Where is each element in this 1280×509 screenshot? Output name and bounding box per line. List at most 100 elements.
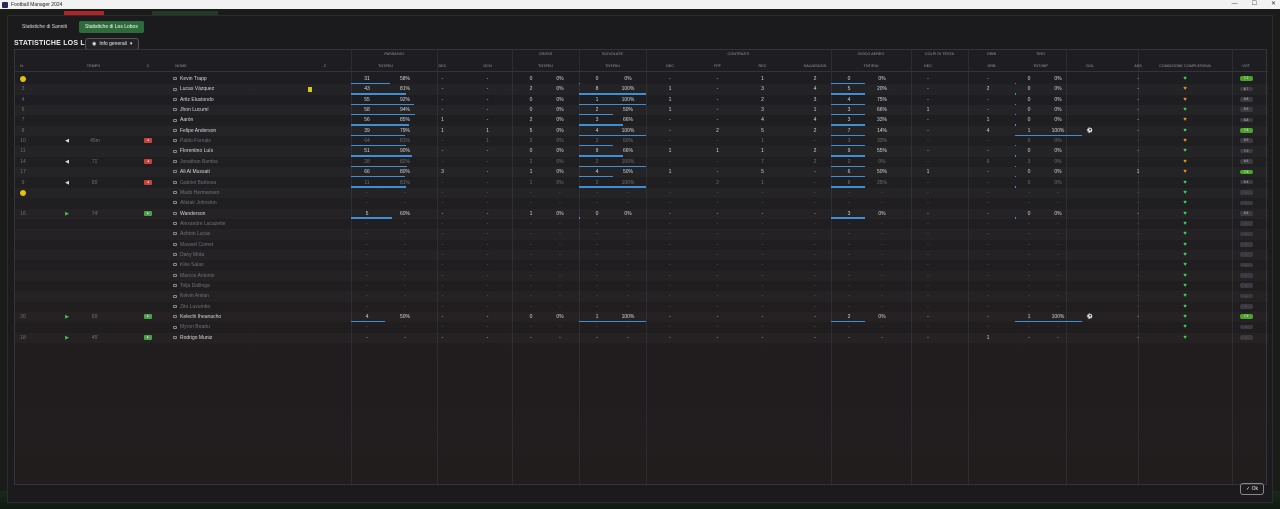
player-name[interactable]: Kike Salas xyxy=(180,262,204,268)
dribbles: - xyxy=(987,189,989,196)
column-header[interactable]: TNT/RIU xyxy=(512,64,579,68)
column-header[interactable]: NOME xyxy=(172,64,190,68)
clearances: - xyxy=(814,179,816,186)
player-name[interactable]: Ashton Lucas xyxy=(180,231,210,237)
column-header[interactable]: ASS xyxy=(1128,64,1148,68)
minimize-button[interactable]: — xyxy=(1232,0,1238,9)
player-name[interactable]: Maxwel Cornet xyxy=(180,242,213,248)
player-name[interactable]: Myron Boadu xyxy=(180,324,210,330)
column-header[interactable]: CONDIZIONE COMPLESSIVA xyxy=(1155,64,1215,68)
column-header[interactable]: VOT xyxy=(1232,64,1260,68)
goal-indicator xyxy=(1080,209,1100,219)
player-name[interactable]: Marcos Antonio xyxy=(180,273,214,279)
player-name[interactable]: Pablo Fornals xyxy=(180,138,211,144)
column-header[interactable]: DEC xyxy=(655,64,685,68)
player-row[interactable]: Tolja Dallinga - - - - - - - - - - - - - - - - - - - ♥ - xyxy=(15,281,1268,291)
player-name[interactable]: Kelvin Amian xyxy=(180,293,209,299)
player-name[interactable]: Rodrigo Muniz xyxy=(180,335,212,341)
column-header[interactable]: REC xyxy=(750,64,775,68)
player-name[interactable]: Felipe Anderson xyxy=(180,128,216,134)
player-name[interactable]: Florentino Luís xyxy=(180,148,213,154)
player-row[interactable]: 6 Jhon Lucumí 58 94% - -0 0% 2 50% 1-3 1 3 66% 1-0 0% -… xyxy=(15,105,1268,116)
player-row[interactable]: Marcos Antonio - - - - - - - - - - - - - - - - - - - ♥ - xyxy=(15,271,1268,281)
column-header[interactable]: C xyxy=(143,64,153,68)
player-name[interactable]: Aarón xyxy=(180,117,193,123)
player-name[interactable]: Zito Luvumbo xyxy=(180,304,210,310)
crosses-attempted: - xyxy=(530,283,532,289)
column-header[interactable]: N. xyxy=(15,64,29,68)
match-rating: 6.4 xyxy=(1239,179,1253,185)
player-row[interactable]: Myron Boadu - - - - - - - - - - - - - - - - - - - ♥ - xyxy=(15,322,1268,332)
column-header[interactable]: DEC xyxy=(911,64,945,68)
column-header[interactable]: TEMPO xyxy=(77,64,110,68)
player-name[interactable]: Ali Al Mussati xyxy=(180,169,210,175)
rating-cell: 7.2 xyxy=(1232,74,1260,84)
player-row[interactable]: 17 Ali Al Mussati 66 80% 3-1 0% 4 50% 1-5-6 50% 1-… xyxy=(15,167,1268,178)
column-header[interactable]: C xyxy=(320,64,330,68)
cross-completion: 0% xyxy=(556,158,564,165)
player-row[interactable]: Kike Salas - - - - - - - - - - - - - - - - - - - ♥ - xyxy=(15,260,1268,270)
player-row[interactable]: Dany Mota - - - - - - - - - - - - - - - - - - - ♥ - xyxy=(15,250,1268,260)
player-name[interactable]: Tolja Dallinga xyxy=(180,283,210,289)
player-row[interactable]: 7 Aarón 56 85% 1-2 0% 3 66% - -4 4 3 33% -1 0 0% - ♥ 6.8 xyxy=(15,115,1268,126)
player-row[interactable]: Kelvin Amian - - - - - - - - - - - - - - - - - - - ♥ - xyxy=(15,291,1268,301)
player-row[interactable]: Alexandre Lacazette - - - - - - - - - - - - - - - - - - - ♥ - xyxy=(15,219,1268,229)
tab-los-lobos-stats[interactable]: Statistiche di Los Lobos xyxy=(79,21,144,33)
shots-attempted: - xyxy=(1028,189,1030,196)
maximize-button[interactable]: ☐ xyxy=(1252,0,1257,9)
column-header[interactable]: FFF xyxy=(705,64,730,68)
player-row[interactable]: 14 ◀ 71' ◂ Jonathan Bamba 28 82% - -2 0% 2 100% - -7 2… xyxy=(15,157,1268,168)
column-header[interactable]: TNT/RIU xyxy=(831,64,911,68)
crosses-attempted: 0 xyxy=(529,148,533,155)
close-button[interactable]: ✕ xyxy=(1271,0,1276,9)
player-row[interactable]: 3 Lucas Vázquez 43 81% - -2 0% 8 100% 1-3 4 5 20% -2 0… xyxy=(15,84,1268,95)
goal-indicator xyxy=(1080,136,1100,146)
player-name[interactable]: Dany Mota xyxy=(180,252,204,258)
column-header[interactable]: SALVATAGGI xyxy=(795,64,835,68)
shirt-number xyxy=(17,219,29,229)
cross-completion: 0% xyxy=(556,96,564,103)
column-header[interactable]: DRB xyxy=(968,64,1015,68)
player-row[interactable]: 20 ▶ 65' ▸ Kelechi Iheanacho 4 50% - -0 0% 1 100% - -… xyxy=(15,312,1268,323)
player-row[interactable]: Alistair Johnston - - - - - - - - - - - - - - - - - - - ♥ - xyxy=(15,198,1268,208)
tackles-won: - xyxy=(669,127,671,134)
player-name[interactable]: Kelechi Iheanacho xyxy=(180,314,221,320)
player-profile-icon xyxy=(173,232,177,236)
player-row[interactable]: 11 Florentino Luís 51 90% - -0 0% 9 66% 1 1 1 2 9 55% -… xyxy=(15,146,1268,157)
player-row[interactable]: 16 ▶ 74' ▸ Wanderson 5 60% - -1 0% 0 0% - - - -3 0% - -0 0%… xyxy=(15,209,1268,219)
player-name[interactable]: Alistair Johnston xyxy=(180,200,217,206)
player-name[interactable]: Mads Hermansen xyxy=(180,190,219,196)
player-name[interactable]: Wanderson xyxy=(180,211,205,217)
ok-button[interactable]: ✓ Ok xyxy=(1240,483,1264,495)
player-profile-icon xyxy=(173,263,177,267)
rating-cell: - xyxy=(1232,271,1260,281)
player-row[interactable]: Ashton Lucas - - - - - - - - - - - - - - - - - - - ♥ - xyxy=(15,229,1268,239)
player-row[interactable]: Mads Hermansen - - - - - - - - - - - - - - - - - - - ♥ - xyxy=(15,188,1268,198)
player-name[interactable]: Lucas Vázquez xyxy=(180,86,214,92)
player-row[interactable]: Kevin Trapp 31 58% - -0 0% 0 0% - -1 2 0 0% - -0 0% - ♥ 7.… xyxy=(15,74,1268,85)
column-header[interactable]: TNT/RIU xyxy=(351,64,420,68)
player-name[interactable]: Kevin Trapp xyxy=(180,76,207,82)
fouls: - xyxy=(716,117,719,124)
tab-sanniti-stats[interactable]: Statistiche di Sanniti xyxy=(16,21,73,33)
player-name[interactable]: Aritz Elustondo xyxy=(180,97,214,103)
column-header[interactable]: GOL xyxy=(1080,64,1100,68)
column-header[interactable]: TNT/INP xyxy=(1015,64,1066,68)
player-name[interactable]: Jonathan Bamba xyxy=(180,159,218,165)
player-row[interactable]: 10 ◀ 45m ◂ Pablo Fornals 64 81% -1 2 0% 2 50% - -1-3 3… xyxy=(15,136,1268,147)
player-row[interactable]: 8 Felipe Anderson 39 79% 1 1 5 0% 4 100% -2 5 2 7 14% -… xyxy=(15,126,1268,137)
column-header[interactable]: OCN xyxy=(470,64,505,68)
assists: - xyxy=(1137,262,1139,269)
player-name[interactable]: Alexandre Lacazette xyxy=(180,221,226,227)
headers-won: - xyxy=(927,272,929,279)
player-row[interactable]: 4 Aritz Elustondo 55 92% - -0 0% 1 100% 1-2 3 4 75% -… xyxy=(15,95,1268,106)
player-name[interactable]: Gabriel Barbosa xyxy=(180,180,216,186)
column-header[interactable]: DEC xyxy=(425,64,460,68)
player-name[interactable]: Jhon Lucumí xyxy=(180,107,209,113)
player-row[interactable]: 9 ◀ 65' ◂ Gabriel Barbosa 11 81% - -1 0% 2 100% -2 1-… xyxy=(15,178,1268,188)
clearances: - xyxy=(814,303,816,310)
column-header[interactable]: TNT/RIU xyxy=(579,64,646,68)
player-row[interactable]: 18 ▶ 45' ▸ Rodrigo Muniz - - - - - - - - - - - - - - - 1 - - - ♥… xyxy=(15,333,1268,343)
player-row[interactable]: Maxwel Cornet - - - - - - - - - - - - - - - - - - - ♥ - xyxy=(15,240,1268,250)
player-row[interactable]: Zito Luvumbo - - - - - - - - - - - - - - - - - - - ♥ - xyxy=(15,302,1268,312)
